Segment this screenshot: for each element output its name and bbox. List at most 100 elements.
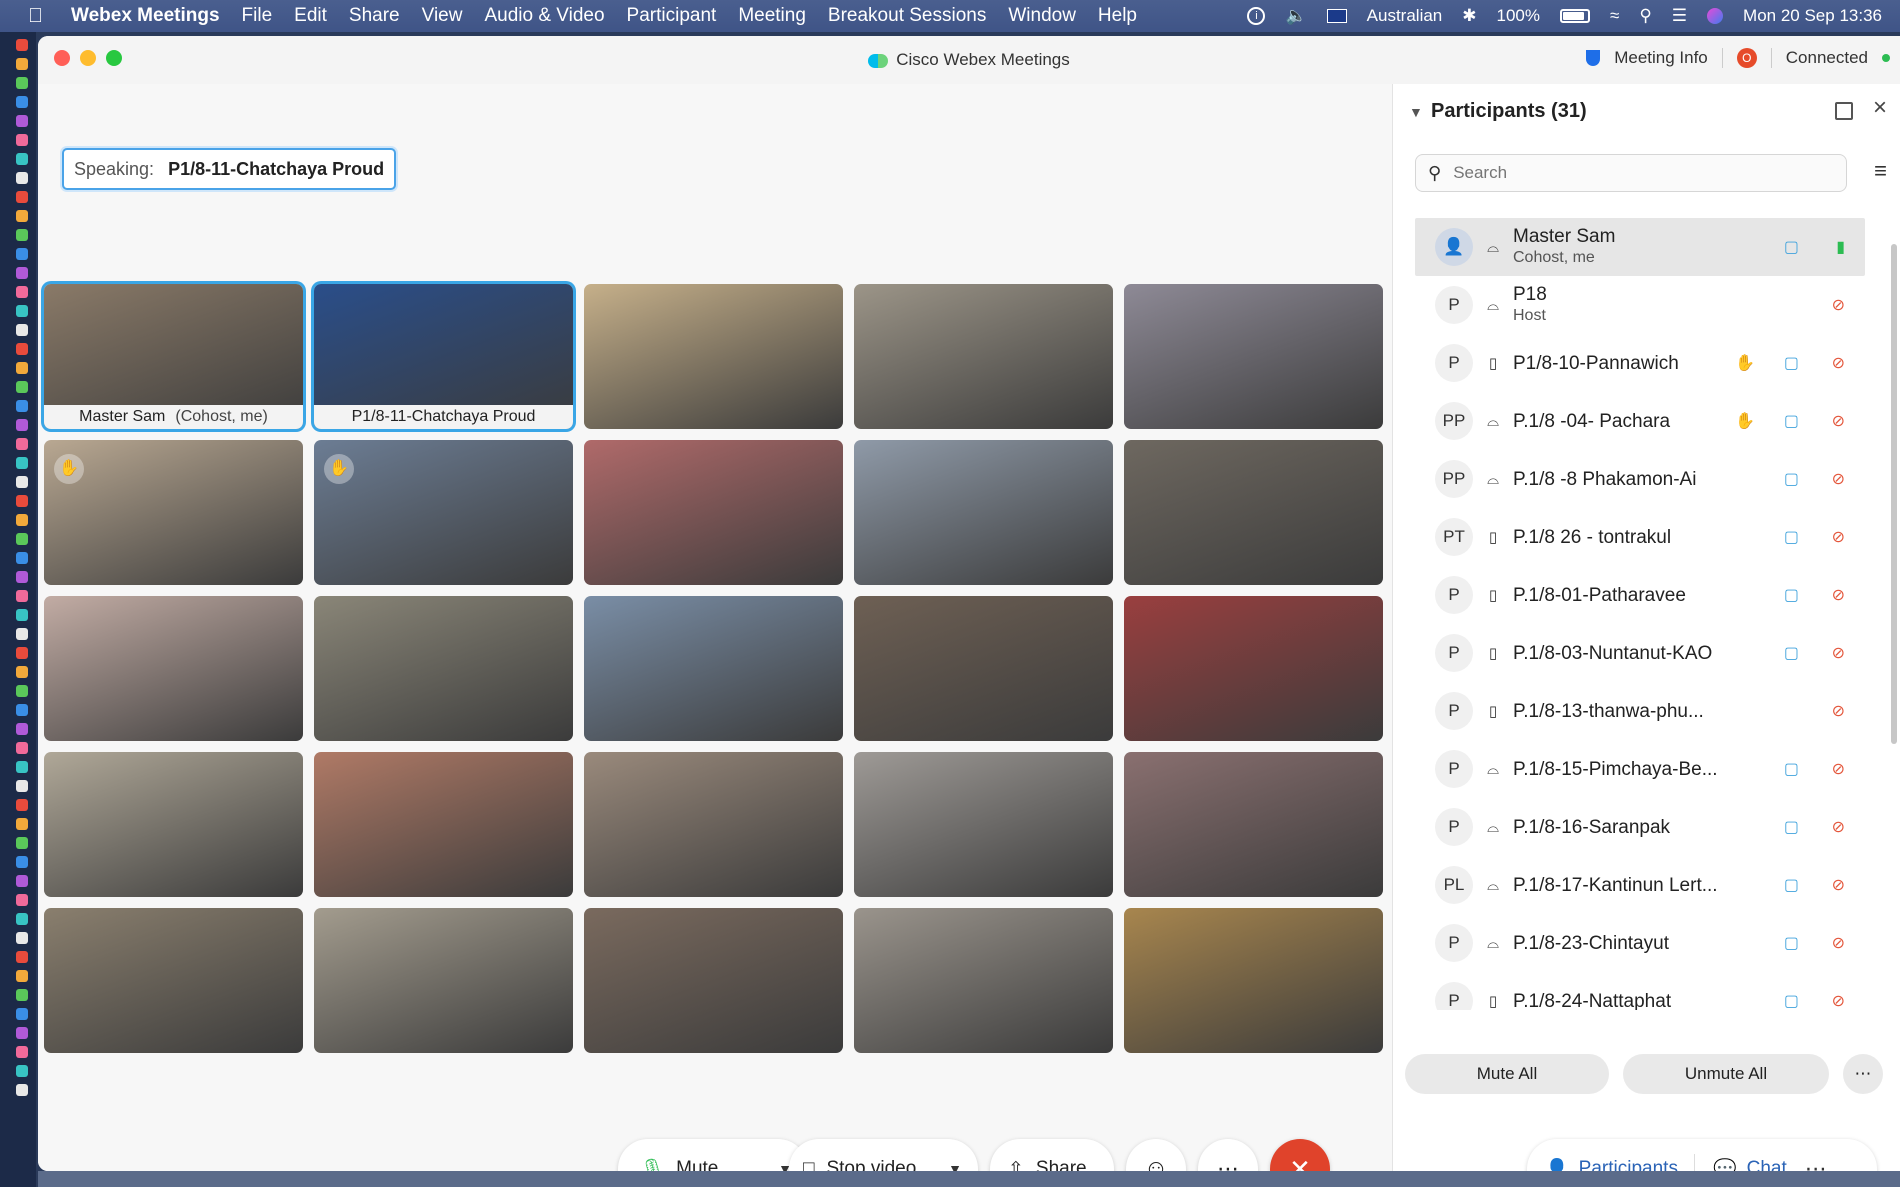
video-camera-icon[interactable]: ▢: [1784, 237, 1799, 257]
input-source-label[interactable]: Australian: [1367, 6, 1443, 26]
participant-row[interactable]: P ▯ P1/8-10-Pannawich ✋ ▢ ⊘: [1415, 334, 1865, 392]
dock-app-icon[interactable]: [16, 818, 28, 830]
dock-app-icon[interactable]: [16, 343, 28, 355]
more-dots-icon[interactable]: ⋯: [1805, 1156, 1827, 1171]
menu-app-name[interactable]: Webex Meetings: [71, 5, 220, 27]
video-tile[interactable]: [854, 284, 1113, 429]
video-tile[interactable]: [314, 596, 573, 741]
microphone-muted-icon[interactable]: ⊘: [1832, 933, 1845, 953]
dock-app-icon[interactable]: [16, 913, 28, 925]
wifi-icon[interactable]: ≈: [1610, 6, 1619, 26]
participant-row[interactable]: PT ▯ P.1/8 26 - tontrakul ▢ ⊘: [1415, 508, 1865, 566]
dock-app-icon[interactable]: [16, 153, 28, 165]
dock-app-icon[interactable]: [16, 58, 28, 70]
close-icon[interactable]: ×: [1873, 94, 1887, 122]
dock-app-icon[interactable]: [16, 742, 28, 754]
participant-row[interactable]: P ▯ P.1/8-13-thanwa-phu... ⊘: [1415, 682, 1865, 740]
video-tile[interactable]: [584, 440, 843, 585]
video-tile[interactable]: [584, 596, 843, 741]
participant-row[interactable]: P ⌓ P.1/8-15-Pimchaya-Be... ▢ ⊘: [1415, 740, 1865, 798]
video-camera-icon[interactable]: ▢: [1784, 817, 1799, 837]
video-tile[interactable]: [44, 596, 303, 741]
microphone-icon[interactable]: ▮: [1836, 237, 1845, 257]
microphone-muted-icon[interactable]: ⊘: [1832, 527, 1845, 547]
recording-badge[interactable]: O: [1736, 48, 1757, 68]
dock-app-icon[interactable]: [16, 970, 28, 982]
tab-participants[interactable]: 👤 Participants: [1527, 1157, 1678, 1171]
dock-app-icon[interactable]: [16, 799, 28, 811]
video-tile[interactable]: [584, 284, 843, 429]
video-camera-icon[interactable]: ▢: [1784, 759, 1799, 779]
spotlight-search-icon[interactable]: ⚲: [1639, 6, 1651, 26]
dock-app-icon[interactable]: [16, 780, 28, 792]
participant-row[interactable]: P ⌓ P18 Host ⊘: [1415, 276, 1865, 334]
dock-app-icon[interactable]: [16, 381, 28, 393]
dock-app-icon[interactable]: [16, 552, 28, 564]
video-tile[interactable]: [854, 596, 1113, 741]
dock-app-icon[interactable]: [16, 856, 28, 868]
microphone-muted-icon[interactable]: ⊘: [1832, 469, 1845, 489]
microphone-muted-icon[interactable]: ⊘: [1832, 411, 1845, 431]
video-camera-icon[interactable]: ▢: [1784, 469, 1799, 489]
microphone-muted-icon[interactable]: ⊘: [1832, 875, 1845, 895]
participant-row[interactable]: PP ⌓ P.1/8 -8 Phakamon-Ai ▢ ⊘: [1415, 450, 1865, 508]
meeting-info-button[interactable]: Meeting Info: [1614, 48, 1708, 68]
video-tile[interactable]: [1124, 284, 1383, 429]
scrollbar[interactable]: [1891, 244, 1897, 744]
participant-row[interactable]: P ▯ P.1/8-24-Nattaphat ▢ ⊘: [1415, 972, 1865, 1010]
dock-app-icon[interactable]: [16, 932, 28, 944]
microphone-muted-icon[interactable]: ⊘: [1832, 817, 1845, 837]
raise-hand-icon[interactable]: ✋: [1735, 411, 1755, 431]
participant-row[interactable]: P ▯ P.1/8-03-Nuntanut-KAO ▢ ⊘: [1415, 624, 1865, 682]
dock-app-icon[interactable]: [16, 495, 28, 507]
dock-app-icon[interactable]: [16, 39, 28, 51]
dock-app-icon[interactable]: [16, 400, 28, 412]
dock-app-icon[interactable]: [16, 989, 28, 1001]
video-tile[interactable]: [1124, 596, 1383, 741]
dock-app-icon[interactable]: [16, 1008, 28, 1020]
bluetooth-icon[interactable]: ✱: [1462, 6, 1476, 26]
video-camera-icon[interactable]: ▢: [1784, 991, 1799, 1010]
video-camera-icon[interactable]: ▢: [1784, 585, 1799, 605]
battery-icon[interactable]: [1560, 9, 1590, 23]
dock-app-icon[interactable]: [16, 172, 28, 184]
dock-app-icon[interactable]: [16, 685, 28, 697]
microphone-muted-icon[interactable]: ⊘: [1832, 991, 1845, 1010]
video-tile[interactable]: [1124, 908, 1383, 1053]
dock-app-icon[interactable]: [16, 324, 28, 336]
microphone-muted-icon[interactable]: ⊘: [1832, 701, 1845, 721]
microphone-muted-icon[interactable]: ⊘: [1832, 353, 1845, 373]
video-tile[interactable]: [854, 752, 1113, 897]
menubar-clock[interactable]: Mon 20 Sep 13:36: [1743, 6, 1882, 26]
dock-app-icon[interactable]: [16, 419, 28, 431]
menu-item-edit[interactable]: Edit: [294, 5, 327, 27]
video-tile[interactable]: [1124, 752, 1383, 897]
dock-app-icon[interactable]: [16, 77, 28, 89]
sort-list-icon[interactable]: ≡: [1874, 158, 1887, 184]
dock-app-icon[interactable]: [16, 305, 28, 317]
dock-app-icon[interactable]: [16, 457, 28, 469]
dock-app-icon[interactable]: [16, 96, 28, 108]
participant-row[interactable]: PP ⌓ P.1/8 -04- Pachara ✋ ▢ ⊘: [1415, 392, 1865, 450]
menu-item-view[interactable]: View: [422, 5, 463, 27]
dock-app-icon[interactable]: [16, 191, 28, 203]
menu-item-breakout-sessions[interactable]: Breakout Sessions: [828, 5, 986, 27]
video-tile[interactable]: [314, 752, 573, 897]
dock-app-icon[interactable]: [16, 951, 28, 963]
volume-icon[interactable]: 🔈: [1285, 6, 1306, 26]
dock-app-icon[interactable]: [16, 514, 28, 526]
video-tile[interactable]: [1124, 440, 1383, 585]
end-call-button[interactable]: ✕: [1270, 1139, 1330, 1171]
participant-row[interactable]: PL ⌓ P.1/8-17-Kantinun Lert... ▢ ⊘: [1415, 856, 1865, 914]
dock-app-icon[interactable]: [16, 115, 28, 127]
video-tile[interactable]: [854, 908, 1113, 1053]
dock-app-icon[interactable]: [16, 1046, 28, 1058]
participant-row[interactable]: P ▯ P.1/8-01-Patharavee ▢ ⊘: [1415, 566, 1865, 624]
video-tile[interactable]: [314, 908, 573, 1053]
dock-app-icon[interactable]: [16, 609, 28, 621]
dock-app-icon[interactable]: [16, 1027, 28, 1039]
stop-video-button[interactable]: □ Stop video ▼: [789, 1139, 978, 1171]
control-center-icon[interactable]: ☰: [1672, 6, 1687, 26]
video-tile[interactable]: ✋: [314, 440, 573, 585]
dock-app-icon[interactable]: [16, 704, 28, 716]
